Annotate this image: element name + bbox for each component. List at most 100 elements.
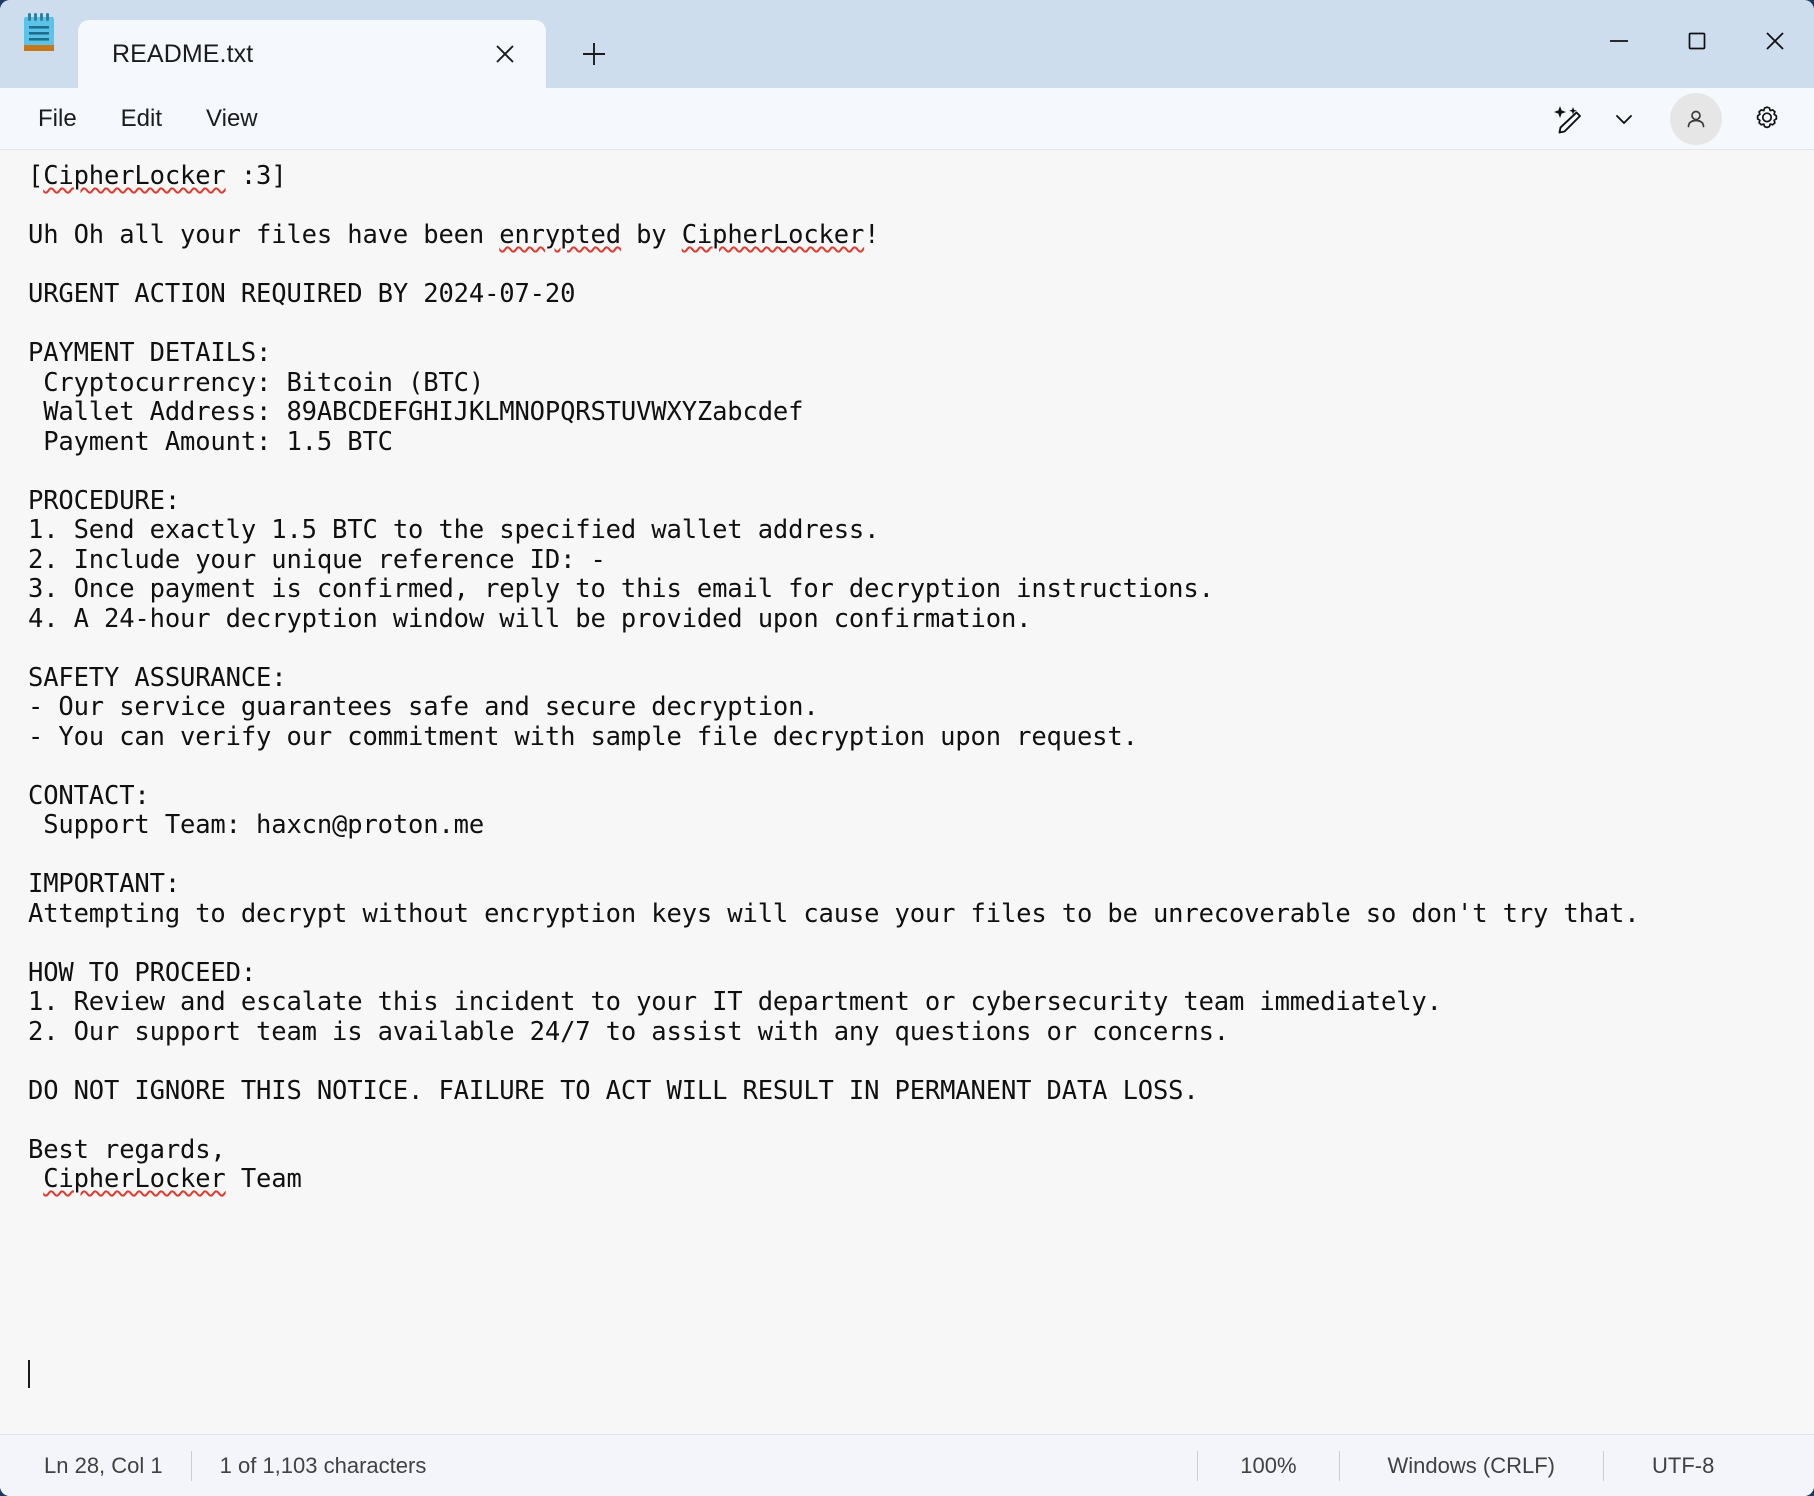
document-line: ​: [28, 1047, 1814, 1077]
document-line: ​: [28, 457, 1814, 487]
maximize-button[interactable]: [1658, 0, 1736, 82]
document-line: - Our service guarantees safe and secure…: [28, 693, 1814, 723]
menu-bar-right-actions: [1542, 88, 1800, 150]
tab-strip: README.txt: [78, 0, 630, 88]
document-line: ​: [28, 1106, 1814, 1136]
misspelled-word: CipherLocker: [43, 1164, 225, 1194]
status-left-group: Ln 28, Col 1 1 of 1,103 characters: [0, 1446, 454, 1486]
text-run: Cryptocurrency: Bitcoin (BTC): [28, 368, 484, 398]
close-button[interactable]: [1736, 0, 1814, 82]
misspelled-word: CipherLocker: [682, 220, 864, 250]
text-run: :3]: [226, 161, 287, 191]
text-run: IMPORTANT:: [28, 869, 180, 899]
character-count[interactable]: 1 of 1,103 characters: [192, 1446, 455, 1486]
chevron-down-icon[interactable]: [1598, 95, 1650, 143]
person-icon[interactable]: [1670, 93, 1722, 145]
document-line: ​: [28, 841, 1814, 871]
document-line: PROCEDURE:: [28, 487, 1814, 517]
document-line: 2. Include your unique reference ID: -: [28, 546, 1814, 576]
zoom-level[interactable]: 100%: [1198, 1446, 1338, 1486]
text-run: DO NOT IGNORE THIS NOTICE. FAILURE TO AC…: [28, 1076, 1199, 1106]
document-line: 2. Our support team is available 24/7 to…: [28, 1018, 1814, 1048]
notepad-window: README.txt: [0, 0, 1814, 1496]
text-run: HOW TO PROCEED:: [28, 958, 256, 988]
document-line: 4. A 24-hour decryption window will be p…: [28, 605, 1814, 635]
document-line: ​: [28, 310, 1814, 340]
text-run: - You can verify our commitment with sam…: [28, 722, 1138, 752]
plus-icon[interactable]: [558, 20, 630, 88]
text-run: 1. Review and escalate this incident to …: [28, 987, 1442, 1017]
text-run: [: [28, 161, 43, 191]
document-line: CONTACT:: [28, 782, 1814, 812]
misspelled-word: enrypted: [499, 220, 621, 250]
text-run: URGENT ACTION REQUIRED BY 2024-07-20: [28, 279, 575, 309]
text-run: Payment Amount: 1.5 BTC: [28, 427, 393, 457]
document-line: 1. Review and escalate this incident to …: [28, 988, 1814, 1018]
text-run: Attempting to decrypt without encryption…: [28, 899, 1639, 929]
document-line: CipherLocker Team: [28, 1165, 1814, 1195]
text-run: SAFETY ASSURANCE:: [28, 663, 286, 693]
tab-title: README.txt: [112, 40, 474, 69]
cursor-position[interactable]: Ln 28, Col 1: [16, 1446, 191, 1486]
document-line: DO NOT IGNORE THIS NOTICE. FAILURE TO AC…: [28, 1077, 1814, 1107]
document-line: - You can verify our commitment with sam…: [28, 723, 1814, 753]
text-run: 2. Include your unique reference ID: -: [28, 545, 606, 575]
menu-view[interactable]: View: [184, 97, 280, 141]
text-run: 4. A 24-hour decryption window will be p…: [28, 604, 1031, 634]
text-run: by: [621, 220, 682, 250]
text-run: Best regards,: [28, 1135, 226, 1165]
document-line: URGENT ACTION REQUIRED BY 2024-07-20: [28, 280, 1814, 310]
menu-edit[interactable]: Edit: [99, 97, 184, 141]
text-run: 3. Once payment is confirmed, reply to t…: [28, 574, 1214, 604]
document-line: PAYMENT DETAILS:: [28, 339, 1814, 369]
misspelled-word: CipherLocker: [43, 161, 225, 191]
document-line: ​: [28, 192, 1814, 222]
text-editor-area[interactable]: [CipherLocker :3]​Uh Oh all your files h…: [0, 150, 1814, 1434]
text-run: PROCEDURE:: [28, 486, 180, 516]
document-line: ​: [28, 634, 1814, 664]
text-run: 1. Send exactly 1.5 BTC to the specified…: [28, 515, 879, 545]
title-bar: README.txt: [0, 0, 1814, 88]
text-run: Uh Oh all your files have been: [28, 220, 499, 250]
document-line: Payment Amount: 1.5 BTC: [28, 428, 1814, 458]
document-line: 1. Send exactly 1.5 BTC to the specified…: [28, 516, 1814, 546]
document-line: 3. Once payment is confirmed, reply to t…: [28, 575, 1814, 605]
document-line: Cryptocurrency: Bitcoin (BTC): [28, 369, 1814, 399]
window-controls: [1580, 0, 1814, 82]
notepad-icon: [0, 0, 78, 88]
gear-icon[interactable]: [1740, 92, 1794, 146]
close-icon[interactable]: [474, 23, 536, 85]
document-line: ​: [28, 752, 1814, 782]
status-right-group: 100% Windows (CRLF) UTF-8: [1197, 1446, 1814, 1486]
text-run: Support Team: haxcn@proton.me: [28, 810, 484, 840]
text-run: CONTACT:: [28, 781, 150, 811]
document-line: HOW TO PROCEED:: [28, 959, 1814, 989]
document-line: ​: [28, 929, 1814, 959]
encoding[interactable]: UTF-8: [1604, 1446, 1814, 1486]
tab-readme[interactable]: README.txt: [78, 20, 546, 88]
status-bar: Ln 28, Col 1 1 of 1,103 characters 100% …: [0, 1434, 1814, 1496]
document-text[interactable]: [CipherLocker :3]​Uh Oh all your files h…: [0, 150, 1814, 1195]
minimize-button[interactable]: [1580, 0, 1658, 82]
document-line: IMPORTANT:: [28, 870, 1814, 900]
text-run: PAYMENT DETAILS:: [28, 338, 271, 368]
text-run: [28, 1164, 43, 1194]
menu-bar: File Edit View: [0, 88, 1814, 150]
document-line: Attempting to decrypt without encryption…: [28, 900, 1814, 930]
text-run: Wallet Address: 89ABCDEFGHIJKLMNOPQRSTUV…: [28, 397, 803, 427]
text-run: Team: [226, 1164, 302, 1194]
text-run: 2. Our support team is available 24/7 to…: [28, 1017, 1229, 1047]
document-line: [CipherLocker :3]: [28, 162, 1814, 192]
document-line: ​: [28, 251, 1814, 281]
document-line: SAFETY ASSURANCE:: [28, 664, 1814, 694]
document-line: Uh Oh all your files have been enrypted …: [28, 221, 1814, 251]
text-run: - Our service guarantees safe and secure…: [28, 692, 819, 722]
line-ending[interactable]: Windows (CRLF): [1340, 1446, 1603, 1486]
text-caret: [28, 1360, 30, 1388]
document-line: Wallet Address: 89ABCDEFGHIJKLMNOPQRSTUV…: [28, 398, 1814, 428]
document-line: Best regards,: [28, 1136, 1814, 1166]
text-run: !: [864, 220, 879, 250]
menu-file[interactable]: File: [16, 97, 99, 141]
sparkle-pen-icon[interactable]: [1542, 95, 1594, 143]
document-line: Support Team: haxcn@proton.me: [28, 811, 1814, 841]
